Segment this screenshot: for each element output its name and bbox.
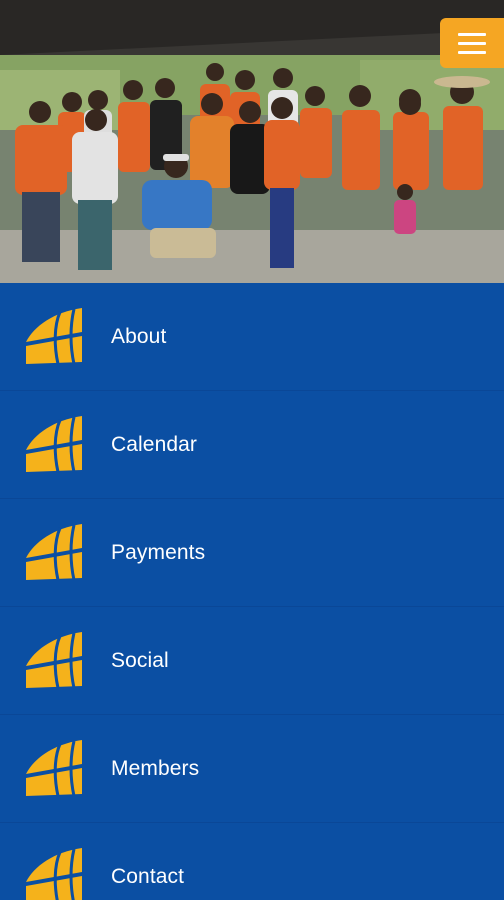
hamburger-icon-bar-top	[458, 32, 486, 36]
sail-logo-icon	[26, 847, 82, 900]
sail-logo-icon	[26, 307, 82, 364]
menu-item-members[interactable]: Members	[0, 715, 504, 823]
menu-item-contact[interactable]: Contact	[0, 823, 504, 900]
sail-logo-icon	[26, 415, 82, 472]
menu-item-label: About	[111, 324, 167, 348]
hamburger-icon-bar-middle	[458, 41, 486, 45]
sail-logo-icon	[26, 523, 82, 580]
menu-item-about[interactable]: About	[0, 283, 504, 391]
menu-item-social[interactable]: Social	[0, 607, 504, 715]
menu-item-label: Social	[111, 648, 169, 672]
menu-item-label: Members	[111, 756, 200, 780]
app-screen: About Calendar Payments Social Members C…	[0, 0, 504, 900]
group-photo-illustration	[0, 0, 504, 283]
menu-toggle-button[interactable]	[440, 18, 504, 68]
sail-logo-icon	[26, 739, 82, 796]
hamburger-icon-bar-bottom	[458, 50, 486, 54]
main-menu: About Calendar Payments Social Members C…	[0, 283, 504, 900]
menu-item-label: Payments	[111, 540, 206, 564]
menu-item-payments[interactable]: Payments	[0, 499, 504, 607]
menu-item-label: Calendar	[111, 432, 198, 456]
menu-item-calendar[interactable]: Calendar	[0, 391, 504, 499]
sail-logo-icon	[26, 631, 82, 688]
menu-item-label: Contact	[111, 864, 185, 888]
group-photo	[0, 0, 504, 283]
